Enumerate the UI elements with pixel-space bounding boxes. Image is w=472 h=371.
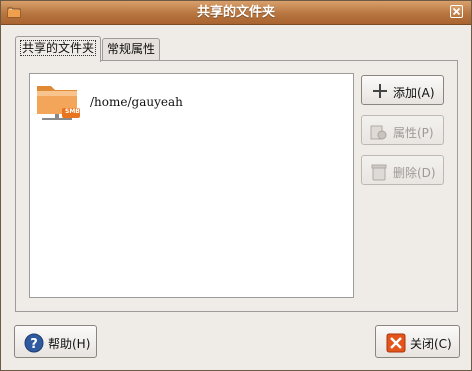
- svg-text:?: ?: [30, 337, 38, 352]
- window-title: 共享的文件夹: [196, 5, 275, 20]
- close-icon[interactable]: [450, 5, 463, 18]
- properties-icon: [370, 123, 388, 144]
- properties-button-label: 属性(P): [393, 126, 434, 140]
- list-item[interactable]: SMB /home/gauyeah: [34, 78, 334, 122]
- smb-badge: SMB: [65, 108, 80, 115]
- tab-shared-folders[interactable]: 共享的文件夹: [15, 36, 102, 62]
- delete-button-label: 删除(D): [393, 166, 436, 180]
- share-path: /home/gauyeah: [90, 95, 183, 109]
- shared-folders-dialog: 共享的文件夹 共享的文件夹 常规属性 SMB /home/gauyeah 添加(…: [0, 0, 472, 371]
- trash-icon: [371, 163, 387, 184]
- plus-icon: [372, 83, 388, 102]
- add-button[interactable]: 添加(A): [361, 75, 444, 105]
- close-button-label: 关闭(C): [410, 337, 452, 351]
- properties-button[interactable]: 属性(P): [361, 115, 444, 145]
- shared-folder-list[interactable]: SMB /home/gauyeah: [29, 73, 354, 298]
- close-button[interactable]: 关闭(C): [375, 325, 460, 358]
- tab-general-properties[interactable]: 常规属性: [102, 38, 161, 60]
- tab-label: 共享的文件夹: [20, 40, 97, 56]
- add-button-label: 添加(A): [393, 86, 435, 100]
- help-icon: ?: [24, 333, 44, 356]
- tab-label: 常规属性: [107, 42, 156, 56]
- help-button-label: 帮助(H): [48, 337, 91, 351]
- help-button[interactable]: ? 帮助(H): [14, 325, 97, 358]
- close-x-icon: [386, 333, 406, 356]
- shared-folder-icon: SMB: [34, 78, 82, 125]
- title-bar[interactable]: 共享的文件夹: [1, 1, 471, 25]
- delete-button[interactable]: 删除(D): [361, 155, 444, 185]
